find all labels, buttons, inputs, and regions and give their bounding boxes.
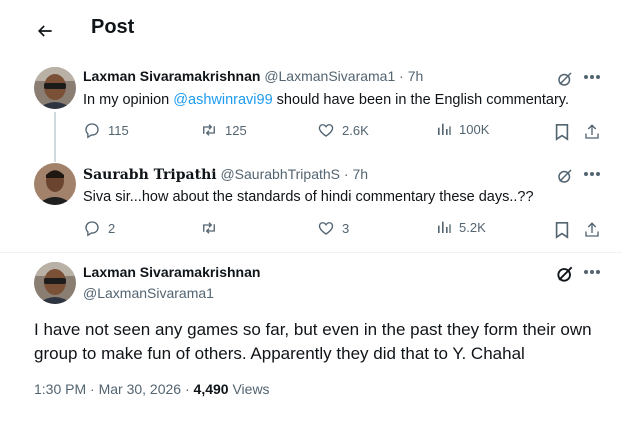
tweet-meta: Laxman Sivaramakrishnan @LaxmanSivarama1… [83,68,423,84]
back-button[interactable] [28,14,62,48]
views-count: 5.2K [459,219,486,235]
more-icon [584,270,600,274]
bookmark-icon [555,221,569,239]
meta-separator: · [399,68,404,84]
avatar[interactable] [34,67,76,109]
heart-icon [318,124,334,137]
like-count: 2.6K [342,122,369,138]
author-name[interactable]: Saurabh Tripathi [83,167,217,183]
tweet-text: In my opinion @ashwinravi99 should have … [83,92,569,108]
bookmark-button[interactable] [552,219,572,241]
post-text: I have not seen any games so far, but ev… [34,320,592,363]
reply-button[interactable]: 2 [83,219,115,237]
repost-icon [203,124,215,136]
more-options-button[interactable] [580,66,604,88]
grok-icon [558,72,572,86]
author-handle[interactable]: @SaurabhTripathS [220,166,340,182]
more-options-button[interactable] [580,163,604,185]
share-icon [585,124,599,139]
post-timestamp[interactable]: 1:30 PM · Mar 30, 2026 · [34,381,194,397]
author-name[interactable]: Laxman Sivaramakrishnan [83,68,260,84]
timestamp[interactable]: 7h [408,68,424,84]
reply-count: 115 [108,122,129,138]
like-button[interactable]: 2.6K [317,121,369,139]
more-icon [584,172,600,176]
like-count: 3 [342,220,350,236]
reply-count: 2 [108,220,116,236]
repost-button[interactable] [200,219,225,237]
share-button[interactable] [582,121,602,143]
author-handle[interactable]: @LaxmanSivarama1 [264,68,395,84]
views-icon [438,221,451,233]
heart-icon [318,222,334,235]
grok-button[interactable] [554,165,576,187]
grok-icon [557,266,573,282]
views-button[interactable]: 5.2K [436,219,486,235]
divider [0,252,622,253]
grok-button[interactable] [554,263,576,285]
action-bar: 2 3 5.2K [0,219,622,241]
action-bar: 115 125 2.6K 100K [0,121,622,143]
tweet-meta: Saurabh Tripathi @SaurabhTripathS · 7h [83,166,368,183]
share-button[interactable] [582,219,602,241]
post-meta: 1:30 PM · Mar 30, 2026 · 4,490 Views [34,381,270,397]
bookmark-button[interactable] [552,121,572,143]
repost-button[interactable]: 125 [200,121,247,139]
repost-count: 125 [225,122,247,138]
avatar[interactable] [34,262,76,304]
repost-icon [203,222,215,234]
tweet-text-part: should have been in the English commenta… [272,92,569,108]
post-views-count: 4,490 [193,381,229,397]
share-icon [585,222,599,237]
arrow-left-icon [37,25,52,37]
timestamp[interactable]: 7h [352,166,368,182]
bookmark-icon [555,123,569,141]
more-icon [584,75,600,79]
views-button[interactable]: 100K [436,121,489,137]
mention-link[interactable]: @ashwinravi99 [173,92,272,108]
like-button[interactable]: 3 [317,219,349,237]
more-options-button[interactable] [580,261,604,283]
reply-icon [85,221,99,237]
author-name[interactable]: Laxman Sivaramakrishnan [83,264,260,280]
post-header: Post [0,0,622,56]
views-count: 100K [459,121,490,137]
avatar[interactable] [34,163,76,205]
reply-icon [85,123,99,139]
tweet-text-part: In my opinion [83,92,174,108]
author-handle[interactable]: @LaxmanSivarama1 [83,285,214,301]
tweet-text: Siva sir...how about the standards of hi… [83,189,534,205]
grok-icon [558,169,572,183]
grok-button[interactable] [554,68,576,90]
post-views-label: Views [228,381,270,397]
views-icon [438,123,451,135]
reply-button[interactable]: 115 [83,121,129,139]
meta-separator: · [343,166,349,182]
page-title: Post [91,16,135,38]
